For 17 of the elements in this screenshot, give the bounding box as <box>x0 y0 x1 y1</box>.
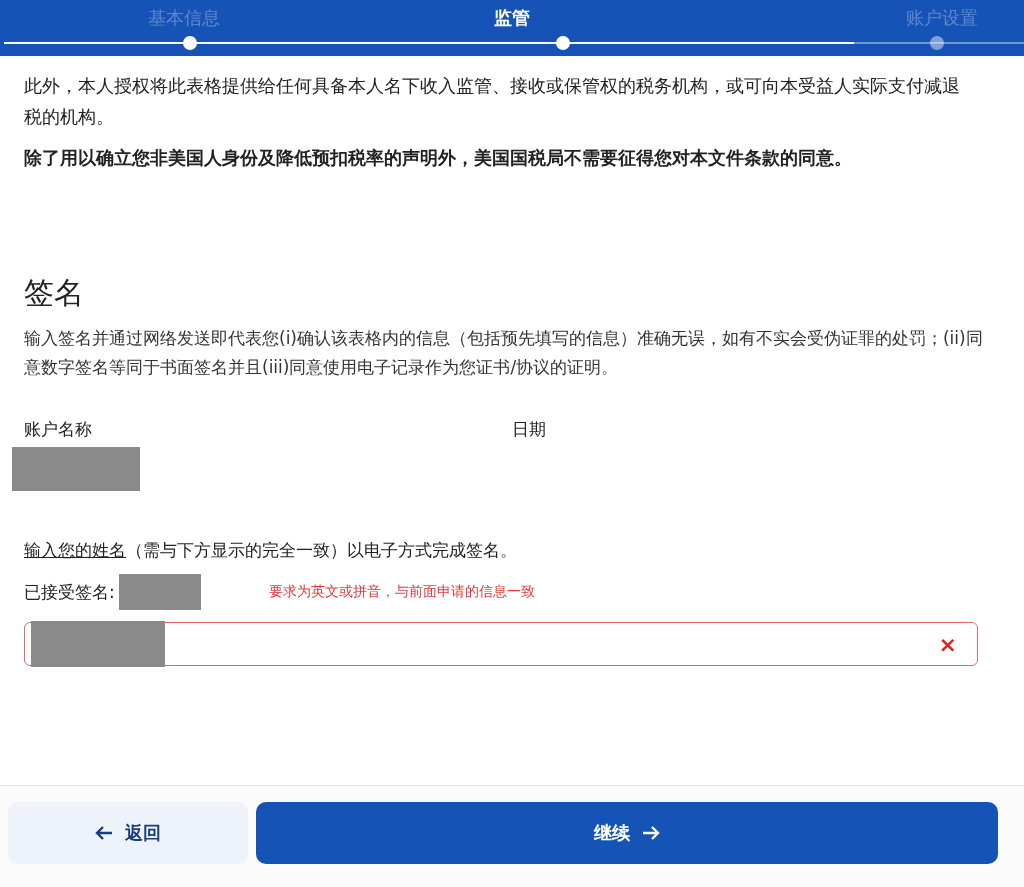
step-label[interactable]: 监管 <box>341 6 683 30</box>
instruction-text: （需与下方显示的完全一致）以电子方式完成签名。 <box>126 540 517 560</box>
paragraph: 此外，本人授权将此表格提供给任何具备本人名下收入监管、接收或保管权的税务机构，或可向本受益人实际支付减退税的机构。 <box>24 74 961 129</box>
paragraph: 除了用以确立您非美国人身份及降低预扣税率的声明外，美国国税局不需要征得您对本文件条款的同意。 <box>24 146 853 170</box>
field-label: 账户名称 <box>24 418 93 441</box>
continue-button[interactable]: 继续 <box>256 802 998 864</box>
field-label: 已接受签名: <box>24 580 115 604</box>
clear-button[interactable]: × <box>932 630 963 658</box>
instruction-link[interactable]: 输入您的姓名 <box>24 540 126 560</box>
section-heading: 签名 <box>24 274 85 312</box>
field-label: 日期 <box>512 418 547 441</box>
arrow-left-icon <box>95 825 113 841</box>
annotation-text: 要求为英文或拼音，与前面申请的信息一致 <box>268 583 535 601</box>
signature-input-field[interactable]: × <box>24 622 978 666</box>
back-button[interactable]: 返回 <box>8 802 248 864</box>
paragraph: 输入签名并通过网络发送即代表您(i)确认该表格内的信息（包括预先填写的信息）准确无误，如有不实会受伪证罪的处罚；(ii)同意数字签名等同于书面签名并且(iii)同意使用电子记录作为您证书/协议的证明。 <box>24 327 984 379</box>
arrow-right-icon <box>642 825 660 841</box>
